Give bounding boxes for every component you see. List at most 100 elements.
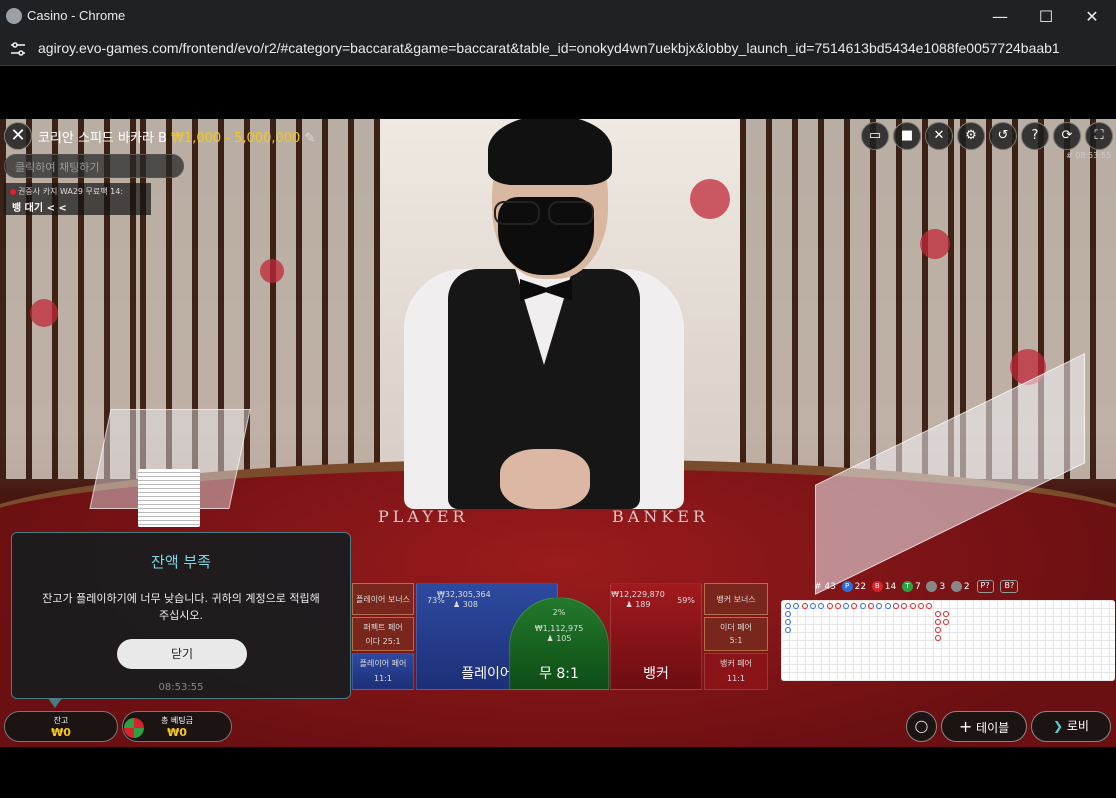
dealer-hands bbox=[500, 449, 590, 509]
dealer-hair bbox=[488, 119, 612, 185]
table-name-text: 코리안 스피드 바카라 B bbox=[38, 131, 167, 146]
rotate-icon[interactable]: ⟳ bbox=[1053, 122, 1081, 150]
road-bead bbox=[818, 603, 825, 609]
road-bead bbox=[851, 603, 858, 609]
road-bead bbox=[909, 603, 916, 609]
road-bead bbox=[917, 603, 924, 609]
history-icon[interactable]: ↺ bbox=[989, 122, 1017, 150]
player-total: ₩32,305,364 bbox=[437, 590, 491, 599]
player-pct: 73% bbox=[427, 596, 445, 605]
road-bead bbox=[943, 611, 949, 617]
road-bead bbox=[785, 611, 791, 617]
gear-icon[interactable]: ⚙ bbox=[957, 122, 985, 150]
dialog-message: 잔고가 플레이하기에 너무 낮습니다. 귀하의 계정으로 적립해 주십시오. bbox=[42, 592, 320, 622]
table-label-banker: BANKER bbox=[612, 507, 709, 526]
road-bead bbox=[892, 603, 899, 609]
banker-bet[interactable]: ₩12,229,870 ♟ 189 59% 뱅커 bbox=[610, 583, 702, 690]
balance-value: ₩0 bbox=[51, 726, 71, 739]
lobby-button[interactable]: ❯ 로비 bbox=[1031, 711, 1111, 742]
banker-count: ♟ 189 bbox=[625, 600, 651, 609]
round-count: # 43 bbox=[814, 582, 836, 592]
player-pair-bet[interactable]: 플레이어 페어 11:1 bbox=[352, 653, 414, 690]
road-bead bbox=[785, 619, 791, 625]
banker-stat: 14 bbox=[884, 582, 897, 592]
tie-bet[interactable]: 2% ₩1,112,975 ♟ 105 무 8:1 bbox=[509, 597, 609, 690]
maximize-button[interactable]: ☐ bbox=[1023, 0, 1069, 33]
dealer-glasses bbox=[494, 201, 540, 225]
url-field[interactable]: agiroy.evo-games.com/frontend/evo/r2/#ca… bbox=[38, 40, 1060, 56]
tie-pct: 2% bbox=[552, 608, 566, 617]
game-viewport: PLAYER BANKER ✕ 코리안 스피드 바카라 B ₩1,000 - 5… bbox=[0, 67, 1116, 798]
road-bead bbox=[826, 603, 833, 609]
banker-pair-stat: 2 bbox=[963, 582, 970, 592]
balance-display[interactable]: 잔고 ₩0 bbox=[4, 711, 118, 742]
player-stat: 22 bbox=[854, 582, 867, 592]
dealer-glasses bbox=[548, 201, 594, 225]
road-bead bbox=[943, 619, 949, 625]
status-dot-icon bbox=[10, 188, 16, 195]
bet-limits[interactable]: ₩1,000 - 5,000,000 bbox=[171, 131, 300, 146]
chat-icon[interactable]: ▭ bbox=[861, 122, 889, 150]
site-settings-icon[interactable] bbox=[9, 40, 27, 58]
exit-game-button[interactable]: ✕ bbox=[4, 122, 32, 150]
banker-pct: 59% bbox=[677, 596, 695, 605]
game-time: # 08:53:55 bbox=[1066, 151, 1112, 160]
table-title: 코리안 스피드 바카라 B ₩1,000 - 5,000,000 ✎ bbox=[38, 127, 315, 146]
blossom-decoration bbox=[30, 299, 58, 327]
dialog-time: 08:53:55 bbox=[158, 682, 204, 693]
window-title: Casino - Chrome bbox=[27, 8, 126, 23]
player-bonus-bet[interactable]: 플레이어 보너스 bbox=[352, 583, 414, 615]
perfect-pair-bet[interactable]: 퍼펙트 페어 이다 25:1 bbox=[352, 617, 414, 651]
chip-stack-icon bbox=[124, 718, 144, 738]
road-bead bbox=[876, 603, 883, 609]
chip-tray-button[interactable]: ◯ bbox=[906, 711, 937, 742]
roadmap-scoreboard[interactable] bbox=[781, 600, 1115, 681]
help-icon[interactable]: ? bbox=[1021, 122, 1049, 150]
dialog-close-button[interactable]: 닫기 bbox=[117, 639, 247, 669]
banker-ask-button[interactable]: B? bbox=[1000, 580, 1019, 593]
dialog-title: 잔액 부족 bbox=[151, 553, 211, 571]
betting-grid: 플레이어 보너스 퍼펙트 페어 이다 25:1 플레이어 페어 11:1 ₩32,3… bbox=[352, 583, 768, 690]
road-bead bbox=[935, 627, 941, 633]
road-bead bbox=[843, 603, 850, 609]
road-bead bbox=[901, 603, 908, 609]
tie-count: ♟ 105 bbox=[546, 634, 572, 643]
insufficient-balance-dialog: 잔액 부족 잔고가 플레이하기에 너무 낮습니다. 귀하의 계정으로 적립해 주… bbox=[11, 532, 351, 699]
info-pin-icon[interactable]: ✎ bbox=[304, 131, 315, 146]
banker-stat-icon: B bbox=[871, 581, 883, 592]
minimize-button[interactable]: — bbox=[977, 0, 1023, 33]
blossom-decoration bbox=[920, 229, 950, 259]
banker-total: ₩12,229,870 bbox=[611, 590, 665, 599]
blossom-decoration bbox=[690, 179, 730, 219]
card-deck bbox=[138, 469, 200, 527]
tie-stat-icon: T bbox=[901, 581, 913, 592]
player-pair-stat-icon bbox=[926, 581, 938, 592]
tie-stat: 7 bbox=[914, 582, 921, 592]
address-bar: agiroy.evo-games.com/frontend/evo/r2/#ca… bbox=[0, 33, 1116, 66]
player-stat-icon: P bbox=[841, 581, 853, 592]
banker-pair-stat-icon bbox=[950, 581, 962, 592]
add-table-button[interactable]: + 테이블 bbox=[941, 711, 1027, 742]
road-bead bbox=[793, 603, 800, 609]
player-ask-button[interactable]: P? bbox=[976, 580, 994, 593]
road-bead bbox=[935, 619, 941, 625]
window-titlebar: Casino - Chrome — ☐ ✕ bbox=[0, 0, 1116, 33]
plus-icon: + bbox=[958, 717, 973, 736]
banker-bonus-bet[interactable]: 뱅커 보너스 bbox=[704, 583, 768, 615]
either-pair-bet[interactable]: 이더 페어 5:1 bbox=[704, 617, 768, 651]
mute-icon[interactable]: ✕ bbox=[925, 122, 953, 150]
fullscreen-icon[interactable]: ⛶ bbox=[1085, 122, 1113, 150]
video-icon[interactable]: ■ bbox=[893, 122, 921, 150]
chat-input[interactable]: 클릭하여 채팅하기 bbox=[4, 154, 184, 178]
table-status-box: 권중사 카지 WA29 무료팩 14: 뱅 대기 < < bbox=[4, 183, 151, 215]
tie-label: 무 8:1 bbox=[539, 666, 579, 682]
road-bead bbox=[834, 603, 841, 609]
close-window-button[interactable]: ✕ bbox=[1069, 0, 1115, 33]
banker-pair-bet[interactable]: 뱅커 페어 11:1 bbox=[704, 653, 768, 690]
tie-total: ₩1,112,975 bbox=[534, 624, 584, 633]
road-bead bbox=[868, 603, 874, 609]
road-bead bbox=[785, 627, 791, 633]
road-bead bbox=[926, 603, 933, 609]
road-bead bbox=[801, 603, 808, 609]
road-bead bbox=[884, 603, 891, 609]
